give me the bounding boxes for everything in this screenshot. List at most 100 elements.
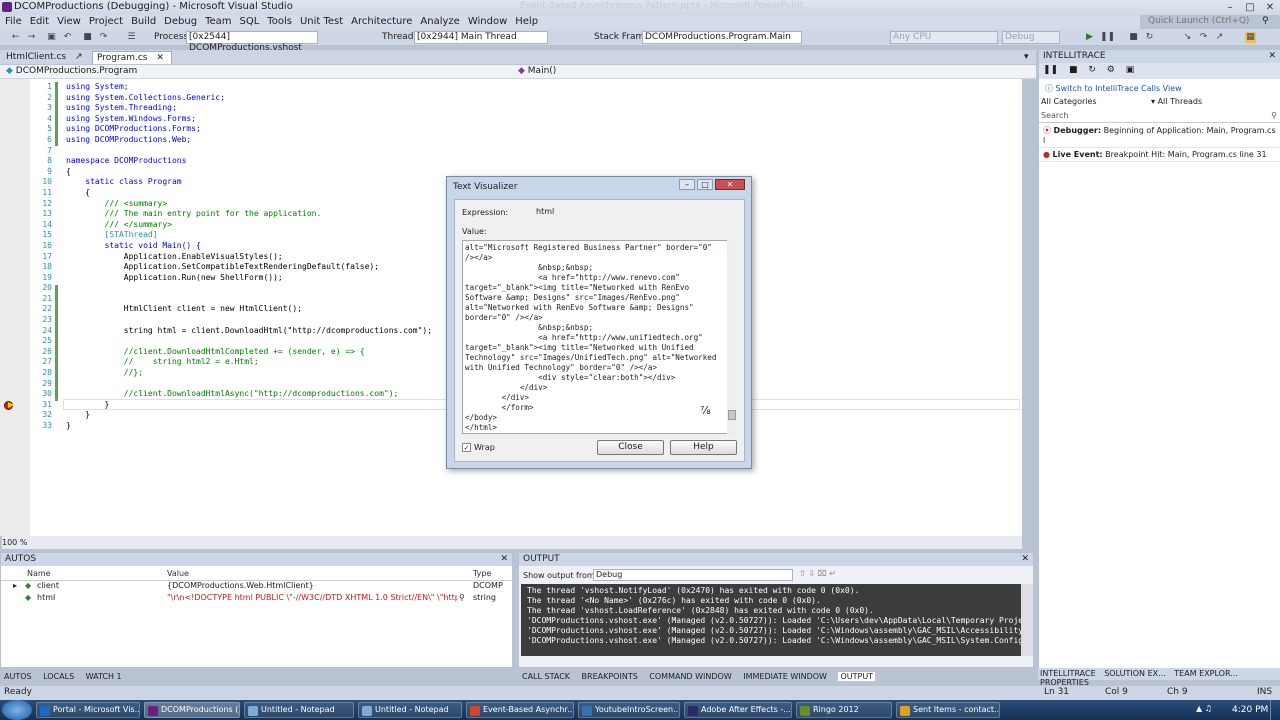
tab-output[interactable]: OUTPUT xyxy=(838,672,876,681)
code-line[interactable]: using System.Threading; xyxy=(66,103,432,114)
menu-view[interactable]: View xyxy=(54,15,86,29)
word-wrap-icon[interactable]: ↵ xyxy=(829,569,836,578)
forward-icon[interactable]: → xyxy=(26,32,37,43)
menu-unit-test[interactable]: Unit Test xyxy=(297,15,348,29)
wrap-checkbox[interactable]: ✓ xyxy=(462,443,471,452)
code-line[interactable]: HtmlClient client = new HtmlClient(); xyxy=(66,304,432,315)
platform-dropdown[interactable]: Any CPU xyxy=(890,31,998,44)
column-header-value[interactable]: Value xyxy=(167,569,189,578)
tab-htmlclient[interactable]: HtmlClient.cs ↗ xyxy=(2,51,87,64)
tab-locals[interactable]: LOCALS xyxy=(43,672,74,681)
code-line[interactable] xyxy=(66,336,432,347)
code-line[interactable]: using DCOMProductions.Web; xyxy=(66,135,432,146)
member-dropdown[interactable]: ◆ Main() xyxy=(518,66,556,76)
code-line[interactable] xyxy=(66,146,432,157)
tab-immediate-window[interactable]: IMMEDIATE WINDOW xyxy=(743,672,827,681)
switch-link-label[interactable]: Switch to IntelliTrace Calls View xyxy=(1056,84,1182,93)
code-line[interactable]: //client.DownloadHtmlCompleted += (sende… xyxy=(66,347,432,358)
indicator-margin[interactable] xyxy=(0,79,30,536)
code-line[interactable]: /// <summary> xyxy=(66,199,432,210)
stop-debug-icon[interactable]: ■ xyxy=(1128,32,1139,43)
code-line[interactable]: [STAThread] xyxy=(66,230,432,241)
value-scrollbar[interactable] xyxy=(727,240,737,434)
list-item[interactable]: ⦿ Debugger: Beginning of Application: Ma… xyxy=(1039,123,1280,148)
editor-horizontal-scrollbar[interactable] xyxy=(36,536,1022,549)
close-icon[interactable]: ✕ xyxy=(1268,50,1276,63)
menu-architecture[interactable]: Architecture xyxy=(348,15,417,29)
table-row[interactable]: ▸ ◆ client {DCOMProductions.Web.HtmlClie… xyxy=(1,581,514,592)
value-textarea[interactable]: alt="Microsoft Registered Business Partn… xyxy=(462,240,737,434)
taskbar-item[interactable]: YoutubeIntroScreen... xyxy=(578,702,680,718)
menu-help[interactable]: Help xyxy=(512,15,543,29)
save-icon[interactable]: ▣ xyxy=(1126,65,1135,75)
output-text[interactable]: The thread 'vshost.NotifyLoad' (0x2470) … xyxy=(521,584,1021,656)
tab-autos[interactable]: AUTOS xyxy=(4,672,32,681)
code-line[interactable]: { xyxy=(66,167,432,178)
stop-icon[interactable]: ■ xyxy=(1069,65,1078,75)
menu-analyze[interactable]: Analyze xyxy=(417,15,464,29)
tab-breakpoints[interactable]: BREAKPOINTS xyxy=(582,672,638,681)
pause-icon[interactable]: ❚❚ xyxy=(1100,32,1115,43)
type-dropdown[interactable]: ◆ DCOMProductions.Program xyxy=(6,66,137,76)
tab-solution-explorer[interactable]: SOLUTION EX... xyxy=(1104,669,1166,678)
tab-team-explorer[interactable]: TEAM EXPLOR... xyxy=(1174,669,1238,678)
switch-calls-view-link[interactable]: ⓘ Switch to IntelliTrace Calls View xyxy=(1039,79,1280,95)
code-line[interactable]: using System; xyxy=(66,82,432,93)
code-line[interactable]: /// </summary> xyxy=(66,220,432,231)
step-into-icon[interactable]: ↘ xyxy=(1182,32,1193,43)
output-scrollbar[interactable] xyxy=(1021,584,1033,656)
close-icon[interactable]: ✕ xyxy=(1021,553,1029,566)
code-line[interactable]: { xyxy=(66,188,432,199)
taskbar-item[interactable]: Ringo 2012 xyxy=(796,702,892,718)
column-header-name[interactable]: Name xyxy=(27,569,51,578)
menu-sql[interactable]: SQL xyxy=(237,15,265,29)
code-line[interactable] xyxy=(66,315,432,326)
close-icon[interactable]: ✕ xyxy=(1260,0,1280,15)
menu-team[interactable]: Team xyxy=(202,15,236,29)
process-dropdown[interactable]: [0x2544] DCOMProductions.vshost xyxy=(186,31,318,53)
code-line[interactable]: } xyxy=(66,421,432,432)
code-line[interactable]: static void Main() { xyxy=(66,241,432,252)
save-icon[interactable]: ▣ xyxy=(46,32,57,43)
expand-icon[interactable]: ▸ xyxy=(13,581,17,590)
menu-debug[interactable]: Debug xyxy=(161,15,202,29)
maximize-icon[interactable]: □ xyxy=(697,179,713,190)
quick-launch-input[interactable]: Quick Launch (Ctrl+Q) xyxy=(1148,16,1264,30)
close-icon[interactable]: ✕ xyxy=(715,179,745,190)
code-line[interactable]: namespace DCOMProductions xyxy=(66,156,432,167)
zoom-level[interactable]: 100 % xyxy=(2,536,36,549)
find-previous-icon[interactable]: ⇧ xyxy=(799,569,806,578)
taskbar-item[interactable]: Event-Based Asynchr... xyxy=(466,702,574,718)
code-line[interactable]: Application.Run(new ShellForm()); xyxy=(66,273,432,284)
taskbar-item[interactable]: Untitled - Notepad xyxy=(244,702,354,718)
taskbar-item[interactable]: Adobe After Effects -... xyxy=(684,702,792,718)
threads-dropdown[interactable]: ▾ All Threads xyxy=(1151,97,1202,106)
network-icon[interactable]: ▲ xyxy=(1196,704,1202,713)
pause-icon[interactable]: ❚❚ xyxy=(1043,65,1058,75)
maximize-icon[interactable]: □ xyxy=(1240,0,1260,15)
code-line[interactable]: using System.Collections.Generic; xyxy=(66,93,432,104)
configuration-dropdown[interactable]: Debug xyxy=(1002,31,1060,44)
code-text[interactable]: using System; using System.Collections.Ge… xyxy=(66,82,432,432)
tab-dropdown-icon[interactable]: ▾ xyxy=(1024,52,1029,62)
menu-tools[interactable]: Tools xyxy=(264,15,297,29)
step-over-icon[interactable]: ↷ xyxy=(1198,32,1209,43)
taskbar-item[interactable]: Portal - Microsoft Vis... xyxy=(36,702,140,718)
code-line[interactable]: //}; xyxy=(66,368,432,379)
tab-program[interactable]: Program.cs ✕ xyxy=(92,51,172,64)
search-icon[interactable]: ⚲ xyxy=(1262,16,1269,26)
column-header-type[interactable]: Type xyxy=(473,569,491,578)
menu-file[interactable]: File xyxy=(2,15,27,29)
restart-icon[interactable]: ↻ xyxy=(1144,32,1155,43)
search-icon[interactable]: ⚲ xyxy=(1271,111,1277,120)
code-line[interactable]: static class Program xyxy=(66,177,432,188)
menu-build[interactable]: Build xyxy=(128,15,161,29)
table-row[interactable]: ◆ html "\r\n<!DOCTYPE html PUBLIC \"-//W… xyxy=(1,593,514,604)
code-line[interactable] xyxy=(66,283,432,294)
stop-icon[interactable]: ■ xyxy=(82,32,93,43)
code-line[interactable]: Application.EnableVisualStyles(); xyxy=(66,252,432,263)
back-icon[interactable]: ← xyxy=(10,32,21,43)
stack-frame-dropdown[interactable]: DCOMProductions.Program.Main xyxy=(642,31,802,44)
show-desktop-button[interactable] xyxy=(1270,700,1280,720)
close-tab-icon[interactable]: ✕ xyxy=(156,53,164,63)
